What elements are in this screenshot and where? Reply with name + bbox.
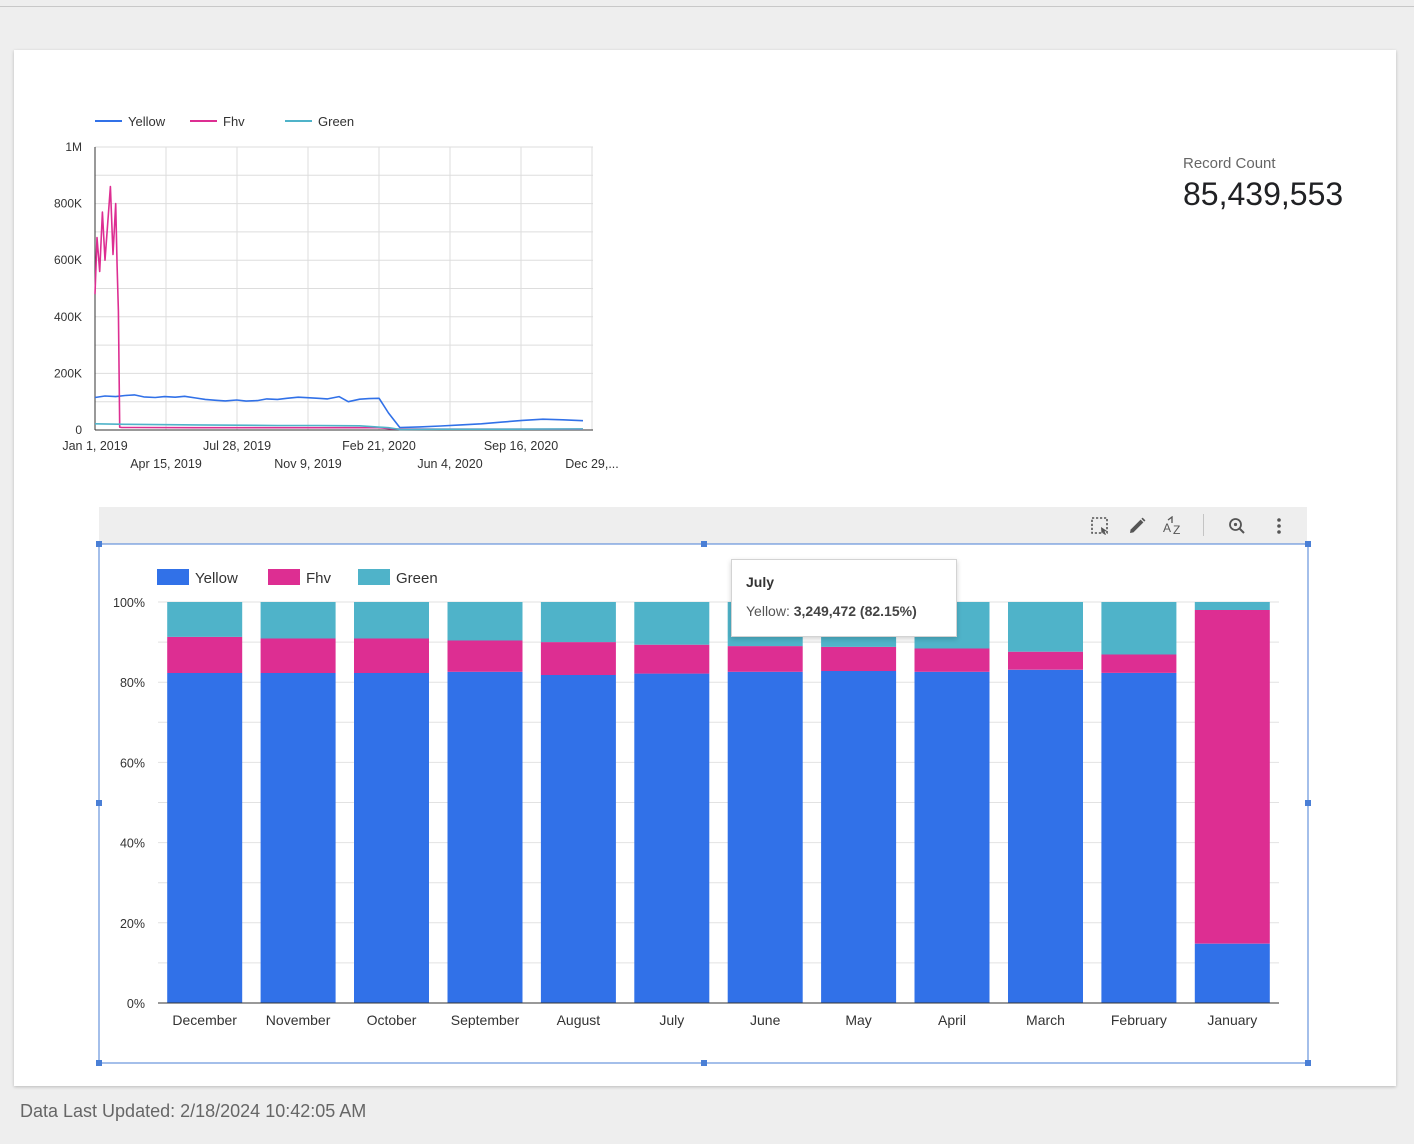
select-area-icon[interactable] <box>1088 514 1112 538</box>
tooltip-title: July <box>746 574 775 590</box>
svg-text:Z: Z <box>1173 523 1180 536</box>
sort-az-icon[interactable]: A Z <box>1162 514 1186 538</box>
line-series-green <box>94 423 584 431</box>
line-chart-legend-label-yellow: Yellow <box>128 114 166 129</box>
toolbar-separator <box>1203 514 1204 536</box>
line-chart-y-tick-label: 1M <box>65 140 82 154</box>
line-chart-y-tick-label: 400K <box>54 310 82 324</box>
line-chart-x-tick-label: Dec 29,... <box>565 457 619 471</box>
line-chart-x-tick-label: Jan 1, 2019 <box>62 439 127 453</box>
line-chart-x-tick-label: Feb 21, 2020 <box>342 439 416 453</box>
tooltip-series: Yellow <box>746 603 786 619</box>
line-chart-legend-label-fhv: Fhv <box>223 114 245 129</box>
data-last-updated: Data Last Updated: 2/18/2024 10:42:05 AM <box>20 1101 366 1122</box>
tooltip-value: 3,249,472 (82.15%) <box>793 603 917 619</box>
line-chart-x-tick-label: Jun 4, 2020 <box>417 457 482 471</box>
top-divider <box>0 6 1414 7</box>
footer-timestamp: 2/18/2024 10:42:05 AM <box>180 1101 367 1121</box>
line-series-yellow <box>94 394 584 429</box>
zoom-icon[interactable] <box>1225 514 1249 538</box>
svg-text:A: A <box>1163 521 1171 535</box>
line-chart-y-tick-label: 600K <box>54 253 82 267</box>
footer-prefix: Data Last Updated: <box>20 1101 181 1121</box>
line-chart-x-tick-label: Nov 9, 2019 <box>274 457 341 471</box>
line-chart-x-tick-label: Apr 15, 2019 <box>130 457 202 471</box>
time-series-chart[interactable]: 0 200K 400K 600K 800K 1M Jan 1, 2019Apr 15, 20… <box>0 100 660 480</box>
line-chart-y-tick-label: 0 <box>75 423 82 437</box>
scorecard-label: Record Count <box>1183 155 1276 172</box>
line-series-fhv <box>94 185 583 431</box>
line-chart-x-tick-label: Sep 16, 2020 <box>484 439 558 453</box>
tooltip-row: Yellow: 3,249,472 (82.15%) <box>746 603 917 619</box>
scorecard-value: 85,439,553 <box>1183 176 1344 212</box>
line-chart-x-tick-label: Jul 28, 2019 <box>203 439 271 453</box>
more-vert-icon[interactable] <box>1267 514 1291 538</box>
line-chart-legend-label-green: Green <box>318 114 354 129</box>
bar-tooltip: July Yellow: 3,249,472 (82.15%) <box>731 559 957 637</box>
line-chart-y-tick-label: 800K <box>54 197 82 211</box>
line-chart-y-tick-label: 200K <box>54 366 82 380</box>
pencil-icon[interactable] <box>1125 514 1149 538</box>
record-count-scorecard[interactable]: Record Count 85,439,553 <box>1183 154 1343 212</box>
chart-toolbar: A Z <box>99 507 1307 544</box>
